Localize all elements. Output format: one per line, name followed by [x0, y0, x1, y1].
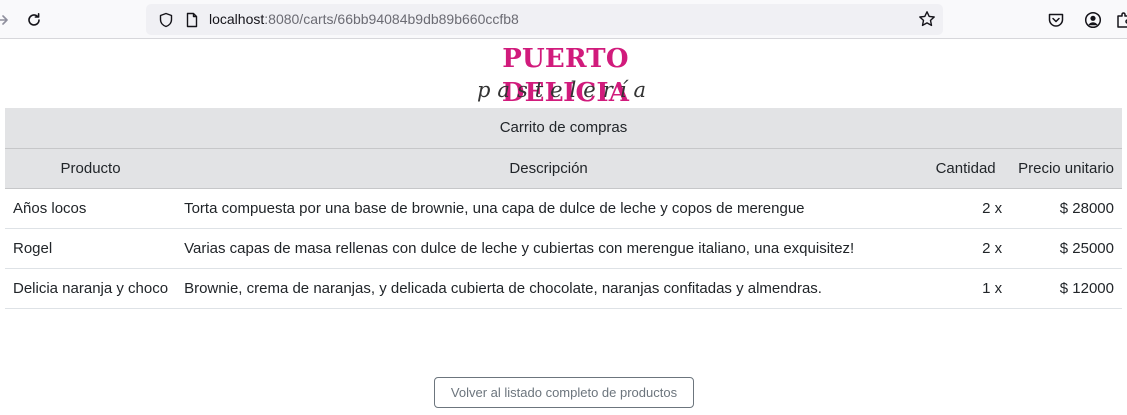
extensions-icon[interactable]: [1112, 8, 1127, 32]
product-description: Brownie, crema de naranjas, y delicada c…: [176, 268, 922, 309]
cart-caption-row: Carrito de compras: [5, 108, 1122, 149]
pocket-icon[interactable]: [1044, 8, 1068, 32]
browser-toolbar: localhost:8080/carts/66bb94084b9db89b660…: [0, 0, 1127, 39]
back-to-products-button[interactable]: Volver al listado completo de productos: [434, 377, 694, 408]
product-unit-price: $ 25000: [1010, 228, 1122, 269]
reload-icon[interactable]: [22, 8, 46, 32]
column-header-description: Descripción: [176, 148, 922, 189]
url-text[interactable]: localhost:8080/carts/66bb94084b9db89b660…: [209, 11, 519, 28]
brand-logo: PUERTO DELICIA pastelería: [448, 42, 683, 108]
column-header-product: Producto: [5, 148, 177, 189]
product-quantity: 2 x: [921, 188, 1011, 229]
product-name: Rogel: [5, 228, 177, 269]
page-content: PUERTO DELICIA pastelería Carrito de com…: [0, 39, 1127, 415]
page-icon[interactable]: [184, 12, 200, 32]
address-bar[interactable]: localhost:8080/carts/66bb94084b9db89b660…: [146, 4, 943, 35]
account-icon[interactable]: [1081, 8, 1105, 32]
product-quantity: 2 x: [921, 228, 1011, 269]
column-header-quantity: Cantidad: [921, 148, 1011, 189]
logo-subtitle: pastelería: [476, 78, 654, 102]
product-unit-price: $ 28000: [1010, 188, 1122, 229]
table-row: Años locos Torta compuesta por una base …: [5, 188, 1122, 229]
column-header-row: Producto Descripción Cantidad Precio uni…: [5, 148, 1122, 189]
product-name: Delicia naranja y choco: [5, 268, 177, 309]
product-unit-price: $ 12000: [1010, 268, 1122, 309]
product-quantity: 1 x: [921, 268, 1011, 309]
url-host: localhost: [209, 11, 265, 27]
cart-table: Carrito de compras Producto Descripción …: [5, 108, 1122, 309]
bookmark-star-icon[interactable]: [918, 10, 936, 32]
table-row: Rogel Varias capas de masa rellenas con …: [5, 228, 1122, 269]
product-description: Torta compuesta por una base de brownie,…: [176, 188, 922, 229]
product-description: Varias capas de masa rellenas con dulce …: [176, 228, 922, 269]
shield-icon[interactable]: [158, 12, 174, 32]
column-header-unit-price: Precio unitario: [1010, 148, 1122, 189]
product-name: Años locos: [5, 188, 177, 229]
forward-arrow-icon[interactable]: [0, 8, 14, 32]
url-path: :8080/carts/66bb94084b9db89b660ccfb8: [264, 11, 519, 27]
table-row: Delicia naranja y choco Brownie, crema d…: [5, 268, 1122, 309]
cart-caption: Carrito de compras: [5, 108, 1122, 149]
